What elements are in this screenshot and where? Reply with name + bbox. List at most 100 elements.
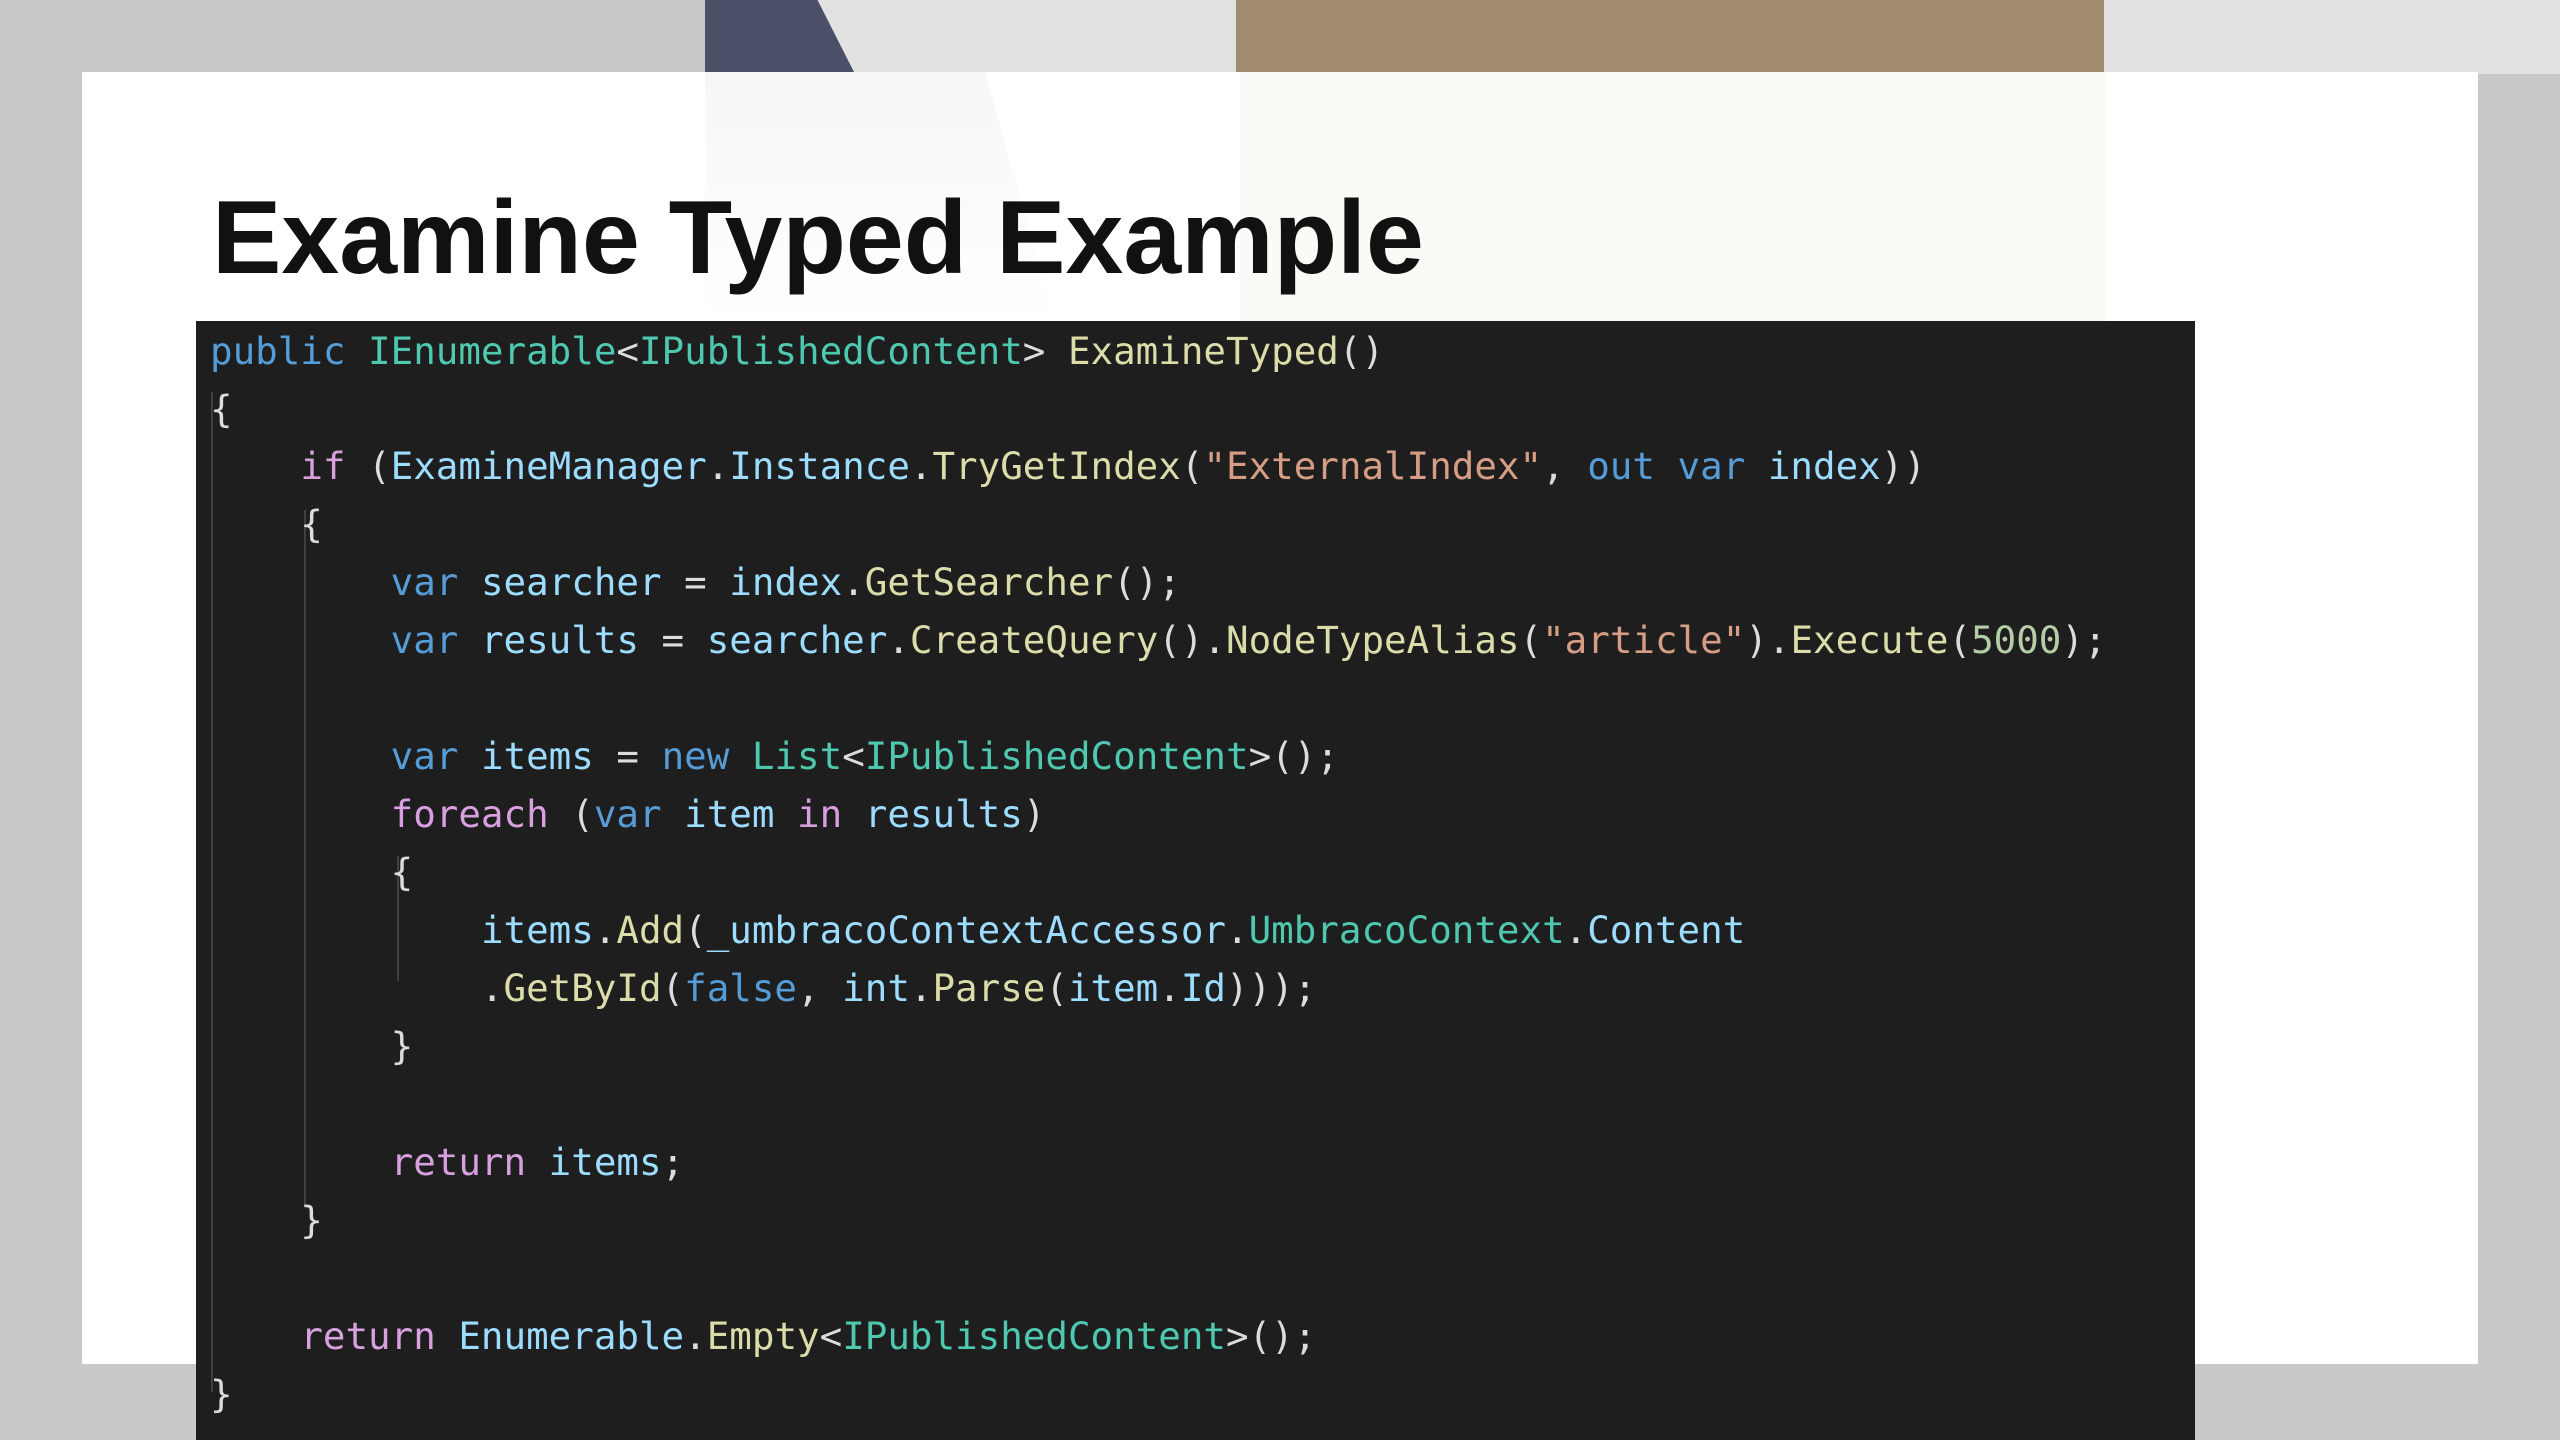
code-token: int bbox=[842, 966, 910, 1010]
code-token: new bbox=[661, 734, 730, 778]
code-token: results bbox=[480, 618, 639, 662]
code-token: , bbox=[1542, 444, 1588, 488]
code-token: >(); bbox=[1248, 734, 1339, 778]
code-line: } bbox=[210, 1191, 323, 1249]
code-token: Enumerable bbox=[458, 1314, 685, 1358]
code-line: var searcher = index.GetSearcher(); bbox=[210, 553, 1181, 611]
code-token: . bbox=[706, 444, 730, 488]
code-token: searcher bbox=[706, 618, 888, 662]
code-token: } bbox=[210, 1024, 414, 1068]
code-token: "ExternalIndex" bbox=[1203, 444, 1543, 488]
code-token: if bbox=[300, 444, 346, 488]
code-token: searcher bbox=[480, 560, 662, 604]
code-token: _umbracoContextAccessor bbox=[706, 908, 1226, 952]
code-token: >(); bbox=[1226, 1314, 1317, 1358]
code-token: Execute bbox=[1790, 618, 1949, 662]
code-token: index bbox=[729, 560, 843, 604]
code-line: return Enumerable.Empty<IPublishedConten… bbox=[210, 1307, 1316, 1365]
code-token: Content bbox=[1587, 908, 1746, 952]
code-line: public IEnumerable<IPublishedContent> Ex… bbox=[210, 322, 1384, 380]
code-token: GetById bbox=[503, 966, 662, 1010]
code-token: . bbox=[842, 560, 865, 604]
code-block: public IEnumerable<IPublishedContent> Ex… bbox=[196, 321, 2195, 1440]
code-token: } bbox=[210, 1372, 233, 1416]
code-token: ( bbox=[661, 966, 685, 1010]
code-token: { bbox=[210, 387, 233, 431]
code-line: foreach (var item in results) bbox=[210, 785, 1046, 843]
code-token: ) bbox=[1022, 792, 1046, 836]
code-token: < bbox=[842, 734, 865, 778]
code-token: > bbox=[1022, 329, 1068, 373]
code-token: , bbox=[797, 966, 843, 1010]
code-token: IEnumerable bbox=[368, 329, 617, 373]
code-token: Parse bbox=[932, 966, 1046, 1010]
code-token: < bbox=[616, 329, 639, 373]
code-token: < bbox=[819, 1314, 843, 1358]
code-token: . bbox=[909, 444, 933, 488]
code-line: var items = new List<IPublishedContent>(… bbox=[210, 727, 1339, 785]
code-token: . bbox=[684, 1314, 707, 1358]
code-token: . bbox=[909, 966, 933, 1010]
code-token: ( bbox=[1180, 444, 1204, 488]
code-token: items bbox=[480, 908, 594, 952]
code-token: Instance bbox=[729, 444, 910, 488]
code-token: ( bbox=[1948, 618, 1972, 662]
code-token: ( bbox=[1045, 966, 1068, 1010]
code-token: . bbox=[1158, 966, 1181, 1010]
code-token: index bbox=[1767, 444, 1881, 488]
code-token: results bbox=[864, 792, 1023, 836]
code-token: return bbox=[300, 1314, 436, 1358]
code-token: Add bbox=[616, 908, 685, 952]
code-token: Empty bbox=[706, 1314, 820, 1358]
code-token: ( bbox=[345, 444, 391, 488]
slide-stage: Examine Typed Example public IEnumerable… bbox=[0, 0, 2560, 1440]
code-line: { bbox=[210, 495, 323, 553]
code-token: = bbox=[661, 560, 730, 604]
code-token: IPublishedContent bbox=[842, 1314, 1226, 1358]
code-token: in bbox=[797, 792, 843, 836]
code-token: List bbox=[751, 734, 843, 778]
code-token: items bbox=[480, 734, 594, 778]
code-token: NodeTypeAlias bbox=[1226, 618, 1520, 662]
code-token: . bbox=[1226, 908, 1249, 952]
code-token: return bbox=[390, 1140, 527, 1184]
code-line: } bbox=[210, 1017, 414, 1075]
code-line: { bbox=[210, 380, 233, 438]
code-token: Id bbox=[1180, 966, 1226, 1010]
code-token: . bbox=[887, 618, 910, 662]
code-token: out bbox=[1587, 444, 1655, 488]
code-token: ( bbox=[1519, 618, 1543, 662]
code-token: ); bbox=[2061, 618, 2107, 662]
code-token: = bbox=[638, 618, 707, 662]
background-tan-shape bbox=[1236, 0, 2104, 74]
slide-title: Examine Typed Example bbox=[212, 180, 1424, 296]
code-token: { bbox=[210, 502, 323, 546]
code-token: var bbox=[390, 734, 459, 778]
code-line: } bbox=[210, 1365, 233, 1423]
code-token: ). bbox=[1745, 618, 1791, 662]
code-token: foreach bbox=[390, 792, 549, 836]
code-line: if (ExamineManager.Instance.TryGetIndex(… bbox=[210, 437, 1926, 495]
code-line: { bbox=[210, 843, 414, 901]
code-token: . bbox=[593, 908, 617, 952]
code-token: var bbox=[1677, 444, 1746, 488]
code-token: CreateQuery bbox=[909, 618, 1159, 662]
code-token: } bbox=[210, 1198, 323, 1242]
code-token: ( bbox=[684, 908, 707, 952]
code-token: public bbox=[210, 329, 346, 373]
